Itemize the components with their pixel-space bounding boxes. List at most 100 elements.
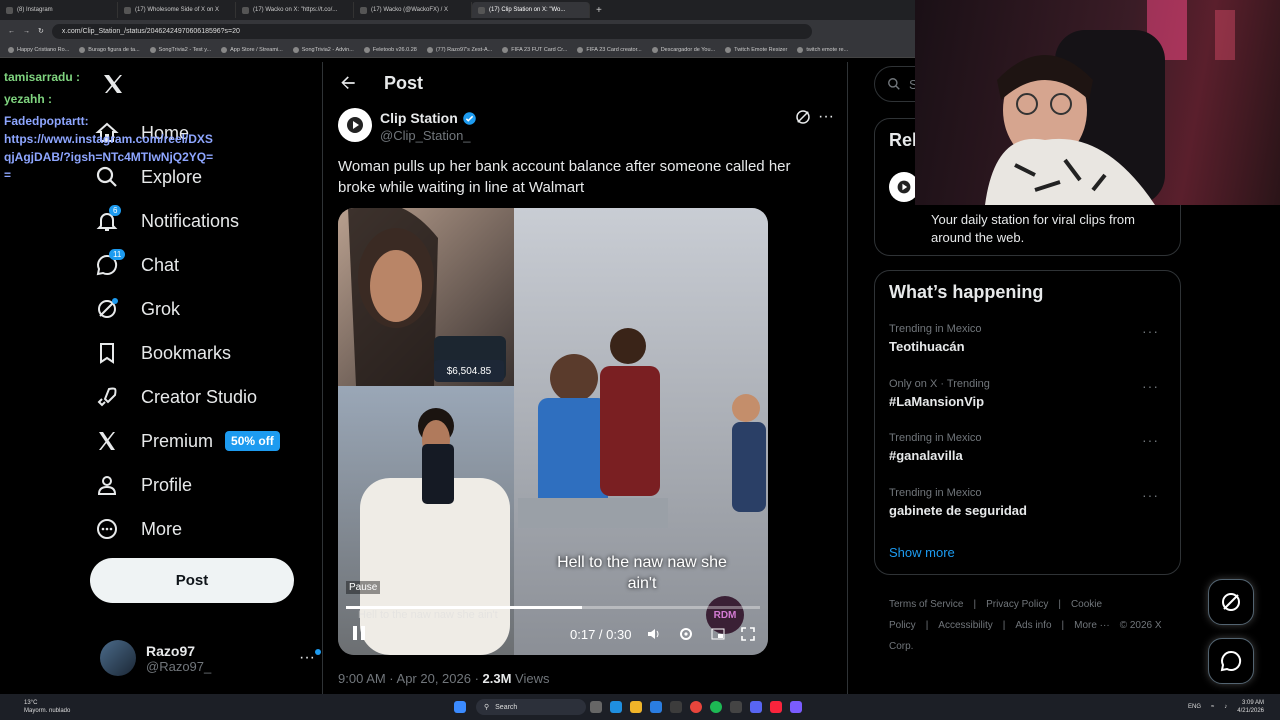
browser-tab[interactable]: (17) Wholesome Side of X on X <box>118 2 236 18</box>
edge-icon[interactable] <box>610 701 622 713</box>
nav-item-grok[interactable]: Grok <box>95 294 180 324</box>
tab-label: (17) Wacko (@WackoFX) / X <box>371 7 448 13</box>
settings-gear-icon[interactable] <box>678 626 694 647</box>
chat-message-text[interactable]: https://www.instagram.com/reel/DXSqjAgjD… <box>4 130 214 184</box>
current-time: 0:17 <box>570 627 596 642</box>
weather-widget[interactable]: 13°C Mayorm. nublado <box>0 699 120 715</box>
bookmark-label: SongTrivia2 - Advin... <box>301 46 354 53</box>
discord-icon[interactable] <box>750 701 762 713</box>
volume-icon[interactable]: ♪ <box>1224 704 1227 710</box>
nav-item-creator-studio[interactable]: Creator Studio <box>95 382 257 412</box>
grok-explain-icon[interactable] <box>794 108 812 131</box>
footer-link[interactable]: Ads info <box>1015 620 1051 631</box>
nav-item-notifications[interactable]: 6 Notifications <box>95 205 239 236</box>
browser-tab[interactable]: (8) Instagram <box>0 2 118 18</box>
trend-item[interactable]: Only on X · Trending #LaMansionVip ··· <box>889 378 1169 409</box>
footer-link[interactable]: More ··· <box>1074 620 1110 631</box>
show-more-link[interactable]: Show more <box>889 545 955 560</box>
footer-link[interactable]: Accessibility <box>938 620 992 631</box>
bookmark-item[interactable]: SongTrivia2 - Test y... <box>149 46 211 53</box>
app-icon-2[interactable] <box>790 701 802 713</box>
windows-start-icon[interactable] <box>454 701 466 713</box>
trend-item[interactable]: Trending in Mexico Teotihuacán ··· <box>889 323 1169 354</box>
page-title: Post <box>384 72 424 93</box>
more-options-icon[interactable]: ··· <box>818 108 834 126</box>
bookmark-item[interactable]: App Store / Streami... <box>221 46 283 53</box>
obs-icon[interactable] <box>730 701 742 713</box>
bookmark-item[interactable]: Burago figura de ta... <box>79 46 140 53</box>
footer-link[interactable]: Privacy Policy <box>986 599 1048 610</box>
trend-item[interactable]: Trending in Mexico #ganalavilla ··· <box>889 432 1169 463</box>
browser-tab[interactable]: (17) Clip Station on X: "Wo... <box>472 2 590 18</box>
trend-more-icon[interactable]: ··· <box>1142 432 1159 448</box>
footer-link[interactable]: Terms of Service <box>889 599 963 610</box>
bookmark-item[interactable]: Feletoob v26.0.28 <box>363 46 417 53</box>
relevant-bio: Your daily station for viral clips from … <box>931 212 1135 245</box>
address-bar: ← → ↻ x.com/Clip_Station_/status/2046242… <box>0 20 915 42</box>
author-avatar[interactable] <box>338 108 372 142</box>
views-count: 2.3M <box>482 671 512 686</box>
nav-item-more[interactable]: More <box>95 514 182 544</box>
trend-more-icon[interactable]: ··· <box>1142 487 1159 503</box>
clock[interactable]: 3:09 AM 4/21/2026 <box>1237 699 1264 715</box>
chat-message: Fadedpoptartt: https://www.instagram.com/… <box>4 114 214 184</box>
volume-icon[interactable] <box>646 626 662 647</box>
bookmark-favicon-icon <box>651 46 658 53</box>
language-indicator[interactable]: ENG <box>1188 704 1201 710</box>
pip-icon[interactable] <box>710 626 726 647</box>
back-arrow-icon[interactable] <box>338 73 358 93</box>
bookmark-item[interactable]: twitch emote re... <box>797 46 848 53</box>
spotify-icon[interactable] <box>710 701 722 713</box>
grok-float-button[interactable] <box>1208 579 1254 625</box>
file-explorer-icon[interactable] <box>630 701 642 713</box>
nav-item-bookmarks[interactable]: Bookmarks <box>95 338 231 368</box>
nav-item-chat[interactable]: 11 Chat <box>95 249 179 280</box>
task-view-icon[interactable] <box>590 701 602 713</box>
author-handle[interactable]: @Clip_Station_ <box>380 128 471 143</box>
bookmark-item[interactable]: Twitch Emote Resizer <box>725 46 787 53</box>
bookmark-item[interactable]: SongTrivia2 - Advin... <box>292 46 354 53</box>
account-switcher[interactable]: Razo97 @Razo97_ ··· <box>100 638 321 678</box>
bookmark-item[interactable]: (77) Razo97's Zest-A... <box>426 46 492 53</box>
browser-tab[interactable]: (17) Wacko (@WackoFX) / X <box>354 2 472 18</box>
chrome-icon[interactable] <box>690 701 702 713</box>
new-tab-icon[interactable]: + <box>596 5 602 16</box>
phone-balance: $6,504.85 <box>434 360 504 382</box>
trend-item[interactable]: Trending in Mexico gabinete de seguridad ·… <box>889 487 1169 518</box>
post-button[interactable]: Post <box>90 558 294 603</box>
messages-float-button[interactable] <box>1208 638 1254 684</box>
store-icon[interactable] <box>650 701 662 713</box>
bookmark-label: Happy Cristiano Ro... <box>17 46 70 53</box>
bookmark-label: FIFA 23 FUT Card Cr... <box>511 46 568 53</box>
account-more-icon[interactable]: ··· <box>299 649 321 667</box>
search-icon: ⚲ <box>484 704 490 711</box>
taskbar-search[interactable]: ⚲ Search <box>476 699 586 715</box>
forward-icon[interactable]: → <box>23 28 30 35</box>
browser-tab[interactable]: (17) Wacko on X: "https://t.co/... <box>236 2 354 18</box>
bookmark-item[interactable]: FIFA 23 FUT Card Cr... <box>502 46 568 53</box>
pause-icon[interactable] <box>350 624 368 647</box>
bookmark-item[interactable]: Descargador de You... <box>651 46 715 53</box>
bookmark-item[interactable]: FIFA 23 Card creator... <box>577 46 642 53</box>
person-icon <box>97 476 117 495</box>
back-icon[interactable]: ← <box>8 28 15 35</box>
video-player[interactable]: $6,504.85 Hell to the naw naw she ain't … <box>338 208 768 655</box>
trend-topic: gabinete de seguridad <box>889 502 1027 518</box>
trend-more-icon[interactable]: ··· <box>1142 378 1159 394</box>
fullscreen-icon[interactable] <box>740 626 756 647</box>
url-field[interactable]: x.com/Clip_Station_/status/2046242497060… <box>51 23 812 39</box>
nav-item-profile[interactable]: Profile <box>95 470 192 500</box>
nav-item-premium[interactable]: Premium 50% off <box>95 426 280 456</box>
trend-more-icon[interactable]: ··· <box>1142 323 1159 339</box>
author-name-text: Clip Station <box>380 110 458 126</box>
progress-track[interactable] <box>346 606 760 609</box>
app-icon[interactable] <box>670 701 682 713</box>
reload-icon[interactable]: ↻ <box>38 27 44 35</box>
play-logo-icon <box>897 180 911 194</box>
music-icon[interactable] <box>770 701 782 713</box>
bookmark-item[interactable]: Happy Cristiano Ro... <box>8 46 70 53</box>
wifi-icon[interactable]: ≈ <box>1211 704 1214 710</box>
author-name[interactable]: Clip Station <box>380 110 477 126</box>
x-logo-icon <box>99 432 115 450</box>
trends-title: What’s happening <box>889 282 1044 302</box>
